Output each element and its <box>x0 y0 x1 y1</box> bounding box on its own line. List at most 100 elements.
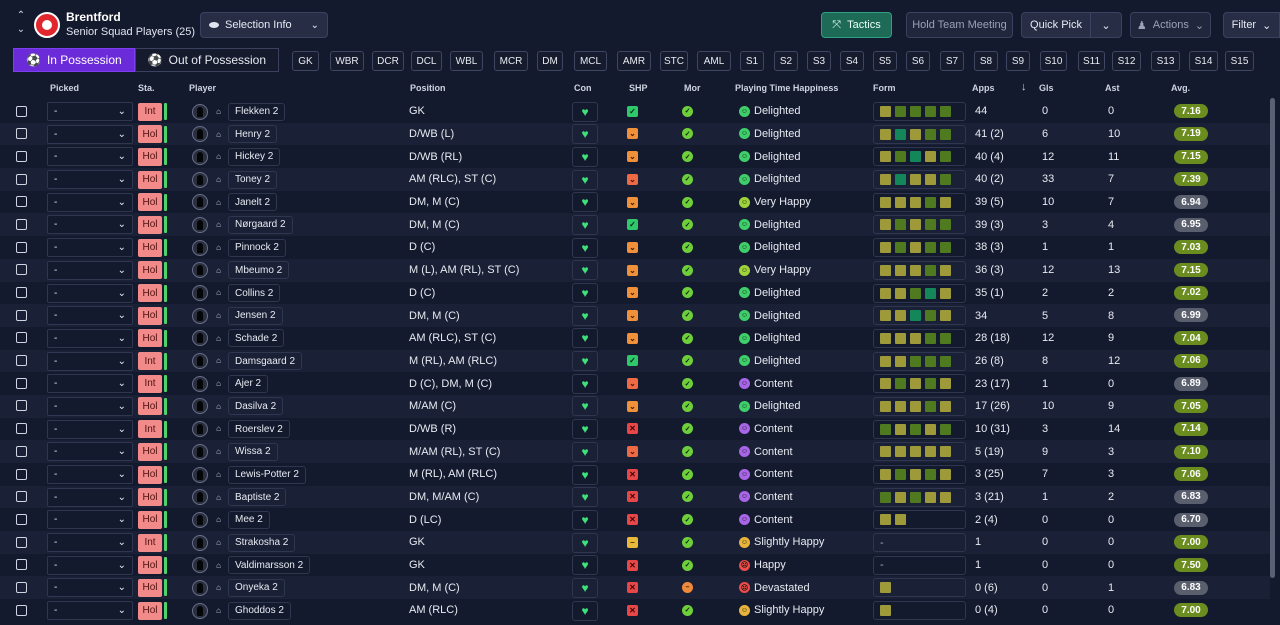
table-row[interactable]: - ⌄ Hol ⌂ Baptiste 2 DM, M/AM (C) ♥ ✕ ✓ ☺ Content 3… <box>0 485 1270 509</box>
position-filter-s9[interactable]: S9 <box>1006 51 1030 71</box>
row-checkbox[interactable] <box>16 196 27 208</box>
row-checkbox[interactable] <box>16 581 27 593</box>
row-checkbox[interactable] <box>16 377 27 389</box>
position-filter-s4[interactable]: S4 <box>840 51 864 71</box>
position-filter-dm[interactable]: DM <box>537 51 563 71</box>
player-name[interactable]: Valdimarsson 2 <box>228 556 311 575</box>
player-name[interactable]: Collins 2 <box>228 284 281 302</box>
row-checkbox[interactable] <box>16 105 27 117</box>
table-row[interactable]: - ⌄ Int ⌂ Strakosha 2 GK ♥ – ✓ ☺ Slightly Happy -1 0… <box>0 531 1270 554</box>
picked-dropdown[interactable]: - ⌄ <box>47 306 133 326</box>
row-checkbox[interactable] <box>16 264 27 276</box>
player-name[interactable]: Wissa 2 <box>228 442 278 461</box>
status-badge[interactable]: Hol <box>138 329 162 348</box>
selection-info-dropdown[interactable]: Selection Info ⌄ <box>200 12 328 38</box>
position-filter-s13[interactable]: S13 <box>1151 51 1180 71</box>
table-row[interactable]: - ⌄ Hol ⌂ Dasilva 2 M/AM (C) ♥ ⌄ ✓ ☺ Delighted 17 (… <box>0 394 1270 418</box>
tab-out-of-possession[interactable]: ⚽ Out of Possession <box>134 48 280 72</box>
header-happiness[interactable]: Playing Time Happiness <box>735 83 838 93</box>
table-row[interactable]: - ⌄ Hol ⌂ Nørgaard 2 DM, M (C) ♥ ✓ ✓ ☺ Delighted 39… <box>0 213 1270 237</box>
status-badge[interactable]: Int <box>138 352 162 371</box>
table-row[interactable]: - ⌄ Hol ⌂ Janelt 2 DM, M (C) ♥ ⌄ ✓ ☺ Very Happy 39 … <box>0 191 1270 214</box>
header-avg[interactable]: Avg. <box>1171 83 1190 93</box>
table-row[interactable]: - ⌄ Hol ⌂ Henry 2 D/WB (L) ♥ ⌄ ✓ ☺ Delighted 41 (2)… <box>0 122 1270 146</box>
picked-dropdown[interactable]: - ⌄ <box>47 465 133 484</box>
table-row[interactable]: - ⌄ Hol ⌂ Valdimarsson 2 GK ♥ ✕ ✓ ☹ Happy -1 0 0 7.50 <box>0 554 1270 577</box>
row-checkbox[interactable] <box>16 400 27 412</box>
sort-arrow-icon[interactable]: ↓ <box>1021 81 1027 93</box>
position-filter-s7[interactable]: S7 <box>940 51 964 71</box>
player-name[interactable]: Pinnock 2 <box>228 238 286 257</box>
actions-dropdown[interactable]: ♟ Actions ⌄ <box>1130 12 1211 38</box>
row-checkbox[interactable] <box>16 287 27 298</box>
player-name[interactable]: Onyeka 2 <box>228 578 285 597</box>
row-checkbox[interactable] <box>16 150 27 162</box>
position-filter-aml[interactable]: AML <box>697 51 731 71</box>
status-badge[interactable]: Hol <box>138 193 162 212</box>
status-badge[interactable]: Hol <box>138 578 162 597</box>
position-filter-s1[interactable]: S1 <box>740 51 764 71</box>
row-checkbox[interactable] <box>16 491 27 503</box>
player-name[interactable]: Strakosha 2 <box>228 533 296 552</box>
tactics-button[interactable]: ⤧ Tactics <box>821 12 892 38</box>
table-row[interactable]: - ⌄ Hol ⌂ Toney 2 AM (RLC), ST (C) ♥ ⌄ ✓ ☺ Delight… <box>0 168 1270 191</box>
position-filter-s2[interactable]: S2 <box>774 51 798 71</box>
hold-team-meeting-button[interactable]: Hold Team Meeting <box>906 12 1013 38</box>
table-row[interactable]: - ⌄ Hol ⌂ Collins 2D (C) ♥ ⌄ ✓ ☺ Delighted 35 (1) 2… <box>0 282 1270 305</box>
position-filter-s10[interactable]: S10 <box>1040 51 1067 71</box>
header-picked[interactable]: Picked <box>50 83 79 93</box>
position-filter-amr[interactable]: AMR <box>617 51 651 71</box>
status-badge[interactable]: Hol <box>138 147 162 166</box>
player-name[interactable]: Damsgaard 2 <box>228 352 303 371</box>
row-checkbox[interactable] <box>16 445 27 457</box>
status-badge[interactable]: Int <box>138 420 162 439</box>
player-name[interactable]: Janelt 2 <box>228 193 278 212</box>
row-checkbox[interactable] <box>16 468 27 480</box>
picked-dropdown[interactable]: - ⌄ <box>47 487 133 507</box>
picked-dropdown[interactable]: - ⌄ <box>47 328 133 348</box>
header-apps[interactable]: Apps <box>972 83 995 93</box>
row-checkbox[interactable] <box>16 173 27 185</box>
position-filter-s3[interactable]: S3 <box>807 51 831 71</box>
player-name[interactable]: Mee 2 <box>228 510 270 529</box>
picked-dropdown[interactable]: - ⌄ <box>47 351 133 371</box>
player-name[interactable]: Schade 2 <box>228 329 285 348</box>
position-filter-wbr[interactable]: WBR <box>330 51 364 71</box>
position-filter-gk[interactable]: GK <box>292 51 319 71</box>
picked-dropdown[interactable]: - ⌄ <box>47 124 133 144</box>
picked-dropdown[interactable]: - ⌄ <box>47 601 133 621</box>
table-row[interactable]: - ⌄ Hol ⌂ Pinnock 2D (C) ♥ ⌄ ✓ ☺ Delighted 38 (3) 1… <box>0 236 1270 259</box>
status-badge[interactable]: Hol <box>138 442 162 461</box>
status-badge[interactable]: Hol <box>138 215 162 234</box>
player-name[interactable]: Ghoddos 2 <box>228 601 291 620</box>
position-filter-s11[interactable]: S11 <box>1078 51 1105 71</box>
status-badge[interactable]: Int <box>138 102 162 121</box>
status-badge[interactable]: Hol <box>138 510 162 529</box>
status-badge[interactable]: Hol <box>138 397 162 416</box>
position-filter-stc[interactable]: STC <box>660 51 688 71</box>
picked-dropdown[interactable]: - ⌄ <box>47 396 133 416</box>
table-row[interactable]: - ⌄ Hol ⌂ Jensen 2 DM, M (C) ♥ ⌄ ✓ ☺ Delighted 34 5 8… <box>0 304 1270 327</box>
player-name[interactable]: Flekken 2 <box>228 102 286 121</box>
row-checkbox[interactable] <box>16 423 27 435</box>
row-checkbox[interactable] <box>16 355 27 367</box>
header-position[interactable]: Position <box>410 83 446 93</box>
picked-dropdown[interactable]: - ⌄ <box>47 578 133 598</box>
header-gls[interactable]: Gls <box>1039 83 1054 93</box>
picked-dropdown[interactable]: - ⌄ <box>47 283 133 303</box>
position-filter-s14[interactable]: S14 <box>1189 51 1218 71</box>
status-badge[interactable]: Hol <box>138 306 162 325</box>
table-row[interactable]: - ⌄ Hol ⌂ Wissa 2 M/AM (RL), ST (C) ♥ ⌄ ✓ ☺ Conten… <box>0 440 1270 463</box>
player-name[interactable]: Jensen 2 <box>228 306 283 325</box>
table-row[interactable]: - ⌄ Int ⌂ Damsgaard 2M (RL), AM (RLC) ♥ ✓ ✓ ☺ Del… <box>0 349 1270 373</box>
status-badge[interactable]: Hol <box>138 261 162 280</box>
picked-dropdown[interactable]: - ⌄ <box>47 533 133 553</box>
tab-in-possession[interactable]: ⚽ In Possession <box>13 48 135 72</box>
row-checkbox[interactable] <box>16 309 27 321</box>
picked-dropdown[interactable]: - ⌄ <box>47 102 133 121</box>
picked-dropdown[interactable]: - ⌄ <box>47 555 133 575</box>
picked-dropdown[interactable]: - ⌄ <box>47 510 133 530</box>
table-row[interactable]: - ⌄ Int ⌂ Ajer 2D (C), DM, M (C) ♥ ⌄ ✓ ☺ Content 2… <box>0 372 1270 395</box>
position-filter-s5[interactable]: S5 <box>873 51 897 71</box>
status-badge[interactable]: Hol <box>138 284 162 302</box>
